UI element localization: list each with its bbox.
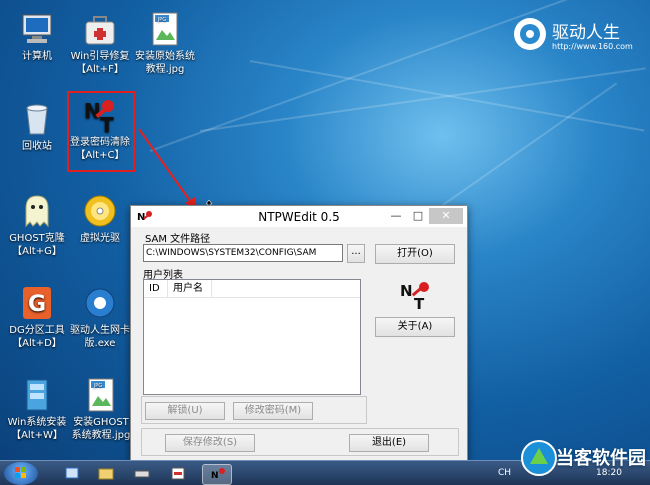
browse-button[interactable]: ... bbox=[347, 244, 365, 263]
jpg-file-icon: JPG bbox=[82, 376, 120, 414]
gear-icon bbox=[514, 18, 546, 50]
brand-logo: 驱动人生 http://www.160.com bbox=[514, 14, 636, 54]
ntpwedit-logo-icon: N T bbox=[400, 282, 429, 310]
ghost-icon bbox=[18, 192, 56, 230]
column-username[interactable]: 用户名 bbox=[168, 280, 212, 297]
icon-label: 教程.jpg bbox=[145, 64, 185, 75]
taskbar-app-1[interactable] bbox=[58, 464, 86, 483]
jpg-file-icon: JPG bbox=[146, 10, 184, 48]
desktop-icon-ghost-guide-jpg[interactable]: JPG 安装GHOST 系统教程.jpg bbox=[66, 376, 136, 442]
dialog-titlebar[interactable]: N NTPWEdit 0.5 — □ ✕ bbox=[131, 206, 467, 227]
computer-icon bbox=[18, 10, 56, 48]
minimize-button[interactable]: — bbox=[385, 208, 407, 224]
close-button[interactable]: ✕ bbox=[429, 208, 463, 224]
sam-path-input[interactable]: C:\WINDOWS\SYSTEM32\CONFIG\SAM bbox=[143, 244, 343, 262]
desktop-icon-recycle-bin[interactable]: 回收站 bbox=[5, 100, 69, 153]
sam-path-label: SAM 文件路径 bbox=[145, 234, 211, 245]
icon-label: 回收站 bbox=[22, 141, 52, 152]
window-icon bbox=[65, 467, 79, 479]
toolbox-icon bbox=[81, 10, 119, 48]
desktop-icon-virtual-drive[interactable]: 虚拟光驱 bbox=[68, 192, 132, 245]
icon-label: 【Alt+F】 bbox=[76, 64, 124, 75]
drive-icon bbox=[134, 470, 150, 478]
desktop-icon-win-boot-repair[interactable]: Win引导修复 【Alt+F】 bbox=[68, 10, 132, 76]
taskbar-app-4[interactable] bbox=[164, 464, 192, 483]
taskbar-app-2[interactable] bbox=[92, 464, 120, 483]
icon-label: 驱动人生网卡 bbox=[70, 325, 130, 336]
diskgenius-icon: G bbox=[18, 284, 56, 322]
watermark-text: 当客软件园 bbox=[556, 448, 646, 469]
disc-icon bbox=[81, 192, 119, 230]
desktop-icon-win-install[interactable]: Win系统安装 【Alt+W】 bbox=[5, 376, 69, 442]
highlight-box bbox=[67, 91, 135, 172]
ntpwedit-dialog: N NTPWEdit 0.5 — □ ✕ SAM 文件路径 C:\WINDOWS… bbox=[130, 205, 468, 461]
svg-text:N: N bbox=[400, 282, 413, 300]
user-list-header: ID 用户名 bbox=[144, 280, 360, 298]
icon-label: 版.exe bbox=[84, 338, 116, 349]
icon-label: 【Alt+W】 bbox=[11, 430, 63, 441]
taskbar-app-ntpwedit[interactable]: N bbox=[202, 464, 232, 485]
icon-label: 安装原始系统 bbox=[135, 51, 195, 62]
start-button[interactable] bbox=[4, 462, 38, 485]
icon-label: 安装GHOST bbox=[73, 417, 129, 428]
icon-label: 系统教程.jpg bbox=[71, 430, 131, 441]
svg-text:JPG: JPG bbox=[157, 17, 166, 23]
desktop: 驱动人生 http://www.160.com 计算机 回收站 GHOST克隆 … bbox=[0, 0, 650, 485]
unlock-button[interactable]: 解锁(U) bbox=[145, 402, 225, 420]
taskbar-app-3[interactable] bbox=[128, 464, 156, 483]
icon-label: 【Alt+D】 bbox=[12, 338, 62, 349]
ntpwedit-icon: N bbox=[211, 468, 225, 481]
icon-label: 虚拟光驱 bbox=[80, 233, 120, 244]
desktop-icon-ghost[interactable]: GHOST克隆 【Alt+G】 bbox=[5, 192, 69, 258]
svg-text:T: T bbox=[414, 295, 425, 310]
open-button[interactable]: 打开(O) bbox=[375, 244, 455, 264]
icon-label: GHOST克隆 bbox=[9, 233, 65, 244]
icon-label: 计算机 bbox=[22, 51, 52, 62]
svg-text:JPG: JPG bbox=[93, 383, 102, 389]
icon-label: Win引导修复 bbox=[70, 51, 130, 62]
column-id[interactable]: ID bbox=[144, 280, 168, 297]
icon-label: DG分区工具 bbox=[9, 325, 65, 336]
red-arrow-icon bbox=[138, 128, 197, 211]
svg-text:G: G bbox=[28, 292, 46, 317]
icon-label: 【Alt+G】 bbox=[12, 246, 62, 257]
save-changes-button[interactable]: 保存修改(S) bbox=[165, 434, 255, 452]
user-list[interactable]: ID 用户名 bbox=[143, 279, 361, 395]
exit-button[interactable]: 退出(E) bbox=[349, 434, 429, 452]
desktop-icon-driver-life[interactable]: 驱动人生网卡 版.exe bbox=[68, 284, 132, 350]
brand-name: 驱动人生 bbox=[552, 23, 620, 43]
desktop-icon-diskgenius[interactable]: G DG分区工具 【Alt+D】 bbox=[5, 284, 69, 350]
watermark: 当客软件园 bbox=[520, 438, 646, 482]
language-indicator[interactable]: CH bbox=[498, 468, 511, 478]
watermark-logo-icon bbox=[521, 440, 557, 476]
desktop-icon-computer[interactable]: 计算机 bbox=[5, 10, 69, 63]
about-button[interactable]: 关于(A) bbox=[375, 317, 455, 337]
maximize-button[interactable]: □ bbox=[407, 208, 429, 224]
desktop-icon-install-guide-jpg[interactable]: JPG 安装原始系统 教程.jpg bbox=[130, 10, 200, 76]
change-password-button[interactable]: 修改密码(M) bbox=[233, 402, 313, 420]
tool-icon bbox=[171, 467, 185, 480]
windows-logo-icon bbox=[15, 467, 26, 478]
network-gear-icon bbox=[81, 284, 119, 322]
icon-label: Win系统安装 bbox=[7, 417, 67, 428]
brand-url: http://www.160.com bbox=[552, 42, 633, 51]
recycle-bin-icon bbox=[18, 100, 56, 138]
explorer-icon bbox=[98, 468, 114, 480]
windows-install-icon bbox=[18, 376, 56, 414]
svg-text:N: N bbox=[211, 471, 219, 481]
